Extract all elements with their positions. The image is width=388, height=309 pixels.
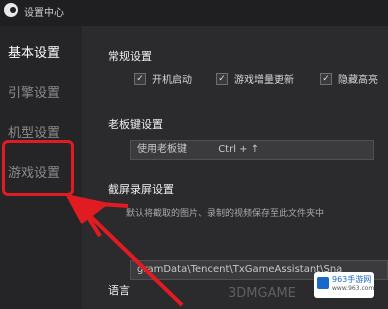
badge-title: 963手游网: [332, 275, 372, 284]
site-badge: 963手游网 www.963.com: [314, 272, 374, 298]
badge-subtitle: www.963.com: [332, 285, 375, 292]
site-logo-icon: [317, 277, 329, 289]
watermark-text: 3DMGAME: [228, 286, 296, 301]
highlight-arrow: [66, 194, 184, 307]
